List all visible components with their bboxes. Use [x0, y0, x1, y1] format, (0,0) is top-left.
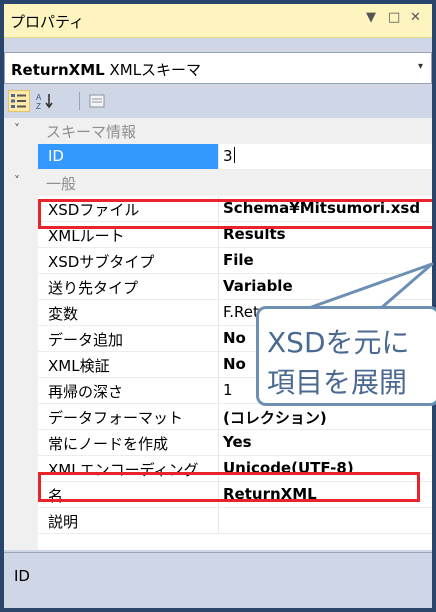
object-selector-label: ReturnXML XMLスキーマ: [11, 59, 201, 80]
chevron-down-icon[interactable]: ˅: [14, 122, 20, 136]
property-value[interactable]: (コレクション): [218, 404, 432, 430]
svg-text:A: A: [36, 93, 42, 102]
property-name[interactable]: 常にノードを作成: [38, 430, 218, 456]
property-name[interactable]: 名: [38, 482, 218, 508]
property-value[interactable]: Yes: [218, 430, 432, 456]
property-row[interactable]: 名 ReturnXML: [4, 482, 432, 508]
properties-toolbar: A Z: [4, 86, 432, 116]
property-name[interactable]: XML検証: [38, 352, 218, 378]
property-name[interactable]: 再帰の深さ: [38, 378, 218, 404]
property-value[interactable]: Variable: [218, 274, 432, 300]
property-row[interactable]: XMLエンコーディング Unicode(UTF-8): [4, 456, 432, 482]
callout-line-1: XSDを元に: [267, 326, 410, 359]
category-label: スキーマ情報: [46, 123, 137, 141]
property-row[interactable]: XSDファイル Schema¥Mitsumori.xsd: [4, 196, 432, 222]
property-value[interactable]: [218, 508, 432, 534]
category-row-schema-info[interactable]: ˅ スキーマ情報: [4, 118, 432, 144]
object-selector[interactable]: ReturnXML XMLスキーマ ▾: [4, 52, 432, 84]
property-value-text: 3: [223, 147, 233, 165]
category-row-general[interactable]: ˅ 一般: [4, 170, 432, 196]
text-cursor: [233, 147, 235, 163]
alphabetical-glyph: A Z: [36, 93, 53, 111]
property-pages-icon[interactable]: [86, 90, 108, 112]
property-name[interactable]: 説明: [38, 508, 218, 534]
close-icon[interactable]: ✕: [410, 10, 421, 25]
property-row[interactable]: XMLルート Results: [4, 222, 432, 248]
object-name: ReturnXML: [11, 61, 105, 79]
property-value[interactable]: Schema¥Mitsumori.xsd: [218, 196, 432, 222]
chevron-down-icon[interactable]: ˅: [14, 174, 20, 188]
property-name[interactable]: 送り先タイプ: [38, 274, 218, 300]
property-value-input[interactable]: 3: [218, 144, 432, 170]
alphabetical-icon[interactable]: A Z: [34, 90, 56, 112]
property-pages-glyph: [89, 94, 105, 108]
description-pane: ID: [4, 552, 432, 608]
property-value[interactable]: ReturnXML: [218, 482, 432, 508]
svg-text:Z: Z: [36, 102, 41, 111]
property-value[interactable]: File: [218, 248, 432, 274]
property-row-id[interactable]: ID 3: [4, 144, 432, 170]
property-row[interactable]: 常にノードを作成 Yes: [4, 430, 432, 456]
property-name[interactable]: XMLルート: [38, 222, 218, 248]
property-value[interactable]: Results: [218, 222, 432, 248]
chevron-down-icon[interactable]: ▾: [418, 61, 423, 72]
category-label: 一般: [46, 175, 77, 193]
property-row[interactable]: データフォーマット (コレクション): [4, 404, 432, 430]
annotation-callout: XSDを元に 項目を展開: [256, 306, 436, 406]
property-name[interactable]: データ追加: [38, 326, 218, 352]
property-row[interactable]: 説明: [4, 508, 432, 534]
property-value[interactable]: Unicode(UTF-8): [218, 456, 432, 482]
property-name[interactable]: ID: [38, 144, 218, 170]
pin-dropdown-icon[interactable]: ▼: [366, 10, 376, 25]
property-name[interactable]: 変数: [38, 300, 218, 326]
description-title: ID: [14, 567, 30, 585]
property-name[interactable]: XMLエンコーディング: [38, 456, 218, 482]
panel-titlebar[interactable]: プロパティ ▼ □ ✕: [4, 4, 432, 38]
property-name[interactable]: XSDファイル: [38, 196, 218, 222]
toolbar-separator: [79, 92, 80, 110]
property-name[interactable]: XSDサブタイプ: [38, 248, 218, 274]
categorized-glyph: [11, 94, 26, 108]
callout-line-2: 項目を展開: [267, 366, 408, 399]
panel-title: プロパティ: [10, 13, 85, 31]
maximize-icon[interactable]: □: [388, 10, 400, 25]
property-row[interactable]: 送り先タイプ Variable: [4, 274, 432, 300]
object-type: XMLスキーマ: [109, 61, 202, 79]
categorized-icon[interactable]: [8, 90, 30, 112]
property-name[interactable]: データフォーマット: [38, 404, 218, 430]
property-row[interactable]: XSDサブタイプ File: [4, 248, 432, 274]
